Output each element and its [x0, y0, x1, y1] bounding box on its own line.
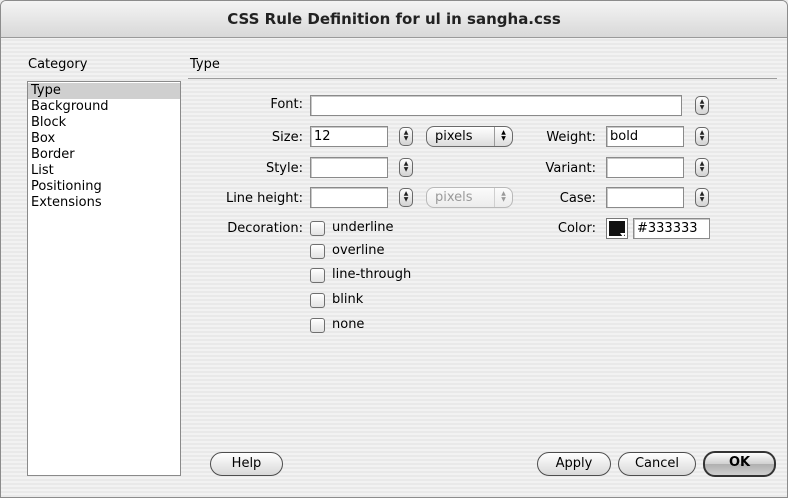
variant-label: Variant:: [545, 161, 597, 176]
category-item-box[interactable]: Box: [28, 131, 180, 147]
cancel-button[interactable]: Cancel: [618, 452, 696, 476]
category-item-type[interactable]: Type: [28, 83, 180, 99]
help-button[interactable]: Help: [210, 452, 283, 476]
color-label: Color:: [557, 221, 596, 236]
size-input[interactable]: 12: [310, 126, 388, 147]
dialog-window: CSS Rule Definition for ul in sangha.css…: [0, 0, 788, 498]
color-swatch-icon[interactable]: [606, 218, 628, 239]
category-item-positioning[interactable]: Positioning: [28, 179, 180, 195]
title-bar[interactable]: CSS Rule Definition for ul in sangha.css: [1, 1, 787, 38]
size-label: Size:: [271, 130, 303, 145]
window-title: CSS Rule Definition for ul in sangha.css: [227, 10, 561, 28]
popup-arrows-icon: ▲ ▼: [494, 188, 512, 207]
category-item-extensions[interactable]: Extensions: [28, 195, 180, 211]
style-input[interactable]: [310, 157, 388, 178]
category-item-background[interactable]: Background: [28, 99, 180, 115]
header-divider: [188, 78, 777, 79]
category-header: Category: [28, 57, 88, 72]
none-checkbox[interactable]: [310, 318, 325, 333]
underline-label: underline: [332, 220, 394, 235]
weight-stepper-icon[interactable]: ▲ ▼: [695, 127, 709, 146]
weight-input[interactable]: bold: [606, 126, 684, 147]
line-height-unit-select[interactable]: pixels ▲ ▼: [426, 187, 513, 208]
color-hex-input[interactable]: #333333: [633, 218, 710, 239]
swatch-dropdown-icon: [620, 233, 626, 237]
font-label: Font:: [270, 97, 303, 112]
category-item-block[interactable]: Block: [28, 115, 180, 131]
category-item-border[interactable]: Border: [28, 147, 180, 163]
apply-button[interactable]: Apply: [537, 452, 611, 476]
category-list[interactable]: Type Background Block Box Border List Po…: [27, 81, 181, 476]
blink-checkbox[interactable]: [310, 293, 325, 308]
blink-label: blink: [332, 292, 364, 307]
case-input[interactable]: [606, 187, 684, 208]
line-height-stepper-icon[interactable]: ▲ ▼: [399, 188, 413, 207]
line-through-label: line-through: [332, 267, 412, 282]
variant-input[interactable]: [606, 157, 684, 178]
font-popup-icon[interactable]: ▲ ▼: [695, 96, 709, 115]
size-unit-value: pixels: [435, 129, 473, 144]
decoration-label: Decoration:: [227, 221, 303, 236]
size-unit-select[interactable]: pixels ▲ ▼: [426, 126, 513, 147]
panel-header: Type: [190, 57, 220, 72]
variant-stepper-icon[interactable]: ▲ ▼: [695, 158, 709, 177]
ok-button[interactable]: OK: [703, 451, 776, 477]
popup-arrows-icon: ▲ ▼: [494, 127, 512, 146]
size-stepper-icon[interactable]: ▲ ▼: [399, 127, 413, 146]
weight-label: Weight:: [546, 130, 596, 145]
case-label: Case:: [559, 191, 596, 206]
none-label: none: [332, 317, 365, 332]
line-through-checkbox[interactable]: [310, 268, 325, 283]
line-height-input[interactable]: [310, 187, 388, 208]
line-height-label: Line height:: [225, 191, 303, 206]
style-stepper-icon[interactable]: ▲ ▼: [399, 158, 413, 177]
overline-checkbox[interactable]: [310, 244, 325, 259]
case-stepper-icon[interactable]: ▲ ▼: [695, 188, 709, 207]
overline-label: overline: [332, 243, 385, 258]
category-item-list[interactable]: List: [28, 163, 180, 179]
style-label: Style:: [265, 161, 303, 176]
line-height-unit-value: pixels: [435, 190, 473, 205]
underline-checkbox[interactable]: [310, 221, 325, 236]
font-input[interactable]: [310, 95, 682, 116]
